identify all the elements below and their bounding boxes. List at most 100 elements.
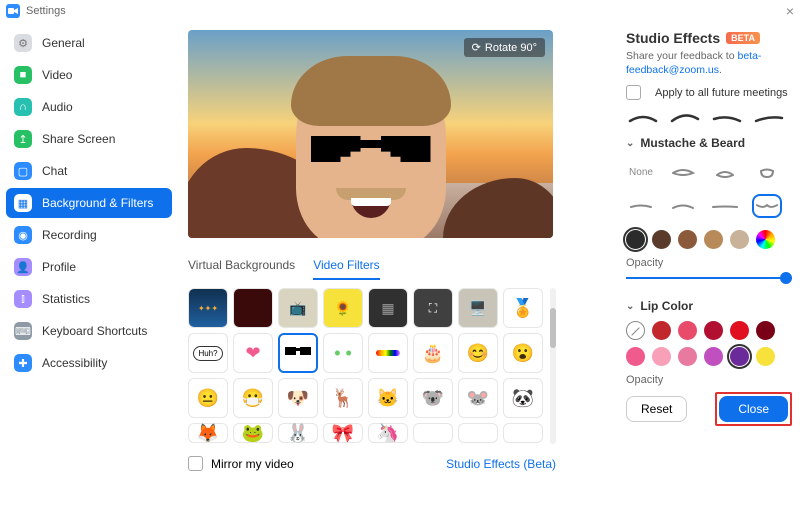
filter-item[interactable]: 🐼 [503,378,543,418]
color-swatch[interactable] [730,230,749,249]
nav-icon: ⚙ [14,34,32,52]
sidebar-item-keyboard-shortcuts[interactable]: ⌨Keyboard Shortcuts [6,316,172,346]
sidebar-item-audio[interactable]: ∩Audio [6,92,172,122]
filter-item[interactable]: 😊 [458,333,498,373]
lip-color-swatch[interactable] [652,347,671,366]
mustache-option[interactable] [668,194,698,218]
filter-item[interactable]: 🌻 [323,288,363,328]
rotate-button[interactable]: ⟳ Rotate 90° [464,38,545,57]
lip-color-swatch[interactable] [678,347,697,366]
nav-label: Video [42,68,72,82]
filter-item[interactable] [458,423,498,443]
opacity-label: Opacity [626,257,792,269]
studio-effects-link[interactable]: Studio Effects (Beta) [446,457,556,471]
filter-item[interactable]: ⛶ [413,288,453,328]
sidebar-item-general[interactable]: ⚙General [6,28,172,58]
sidebar-item-profile[interactable]: 👤Profile [6,252,172,282]
filter-item[interactable]: 🐶 [278,378,318,418]
lip-color-swatch[interactable] [626,347,645,366]
filter-item[interactable]: 🏅 [503,288,543,328]
filter-item[interactable] [233,288,273,328]
filter-item[interactable]: 🐭 [458,378,498,418]
eyebrow-option[interactable] [628,112,658,122]
chevron-down-icon[interactable]: ⌄ [626,138,634,149]
mustache-option[interactable] [668,160,698,184]
mustache-option[interactable] [710,160,740,184]
mustache-option[interactable] [710,194,740,218]
mustache-option[interactable] [626,194,656,218]
filter-item[interactable]: 🎂 [413,333,453,373]
filter-item[interactable]: 🦄 [368,423,408,443]
filter-item[interactable]: 🦌 [323,378,363,418]
filter-item[interactable]: 😷 [233,378,273,418]
filter-item[interactable]: 🐨 [413,378,453,418]
nav-label: Recording [42,228,97,242]
sidebar-item-background-filters[interactable]: ▦Background & Filters [6,188,172,218]
window-close-icon[interactable]: × [786,3,794,19]
sidebar-item-video[interactable]: ■ Video [6,60,172,90]
filter-item[interactable]: 🦊 [188,423,228,443]
mustache-none[interactable]: None [626,160,656,184]
sidebar-item-accessibility[interactable]: ✚Accessibility [6,348,172,378]
filter-item[interactable]: ✦✦✦ [188,288,228,328]
sidebar-item-statistics[interactable]: ⫾Statistics [6,284,172,314]
titlebar: Settings × [0,0,800,22]
lip-color-swatch[interactable] [756,321,775,340]
lip-color-swatch[interactable] [756,347,775,366]
lip-color-swatch[interactable] [704,347,723,366]
mustache-option[interactable] [752,160,782,184]
lip-section-label: Lip Color [640,299,693,313]
filter-item[interactable] [368,333,408,373]
filter-item[interactable]: 🐱 [368,378,408,418]
color-swatch[interactable] [626,230,645,249]
filter-item[interactable] [503,423,543,443]
eyebrow-option[interactable] [754,112,784,122]
studio-effects-panel: Studio Effects BETA Share your feedback … [620,22,800,507]
filter-item[interactable]: ▦ [368,288,408,328]
eyebrow-option[interactable] [712,112,742,122]
lip-color-swatch[interactable] [652,321,671,340]
tab-virtual-backgrounds[interactable]: Virtual Backgrounds [188,258,295,280]
mustache-option[interactable] [752,194,782,218]
lip-color-swatch[interactable] [678,321,697,340]
filters-scrollbar[interactable] [550,288,556,444]
filter-item[interactable]: 🐸 [233,423,273,443]
close-button[interactable]: Close [719,396,788,422]
filter-item[interactable] [413,423,453,443]
lip-color-none[interactable] [626,321,645,340]
apply-all-label: Apply to all future meetings [655,87,788,99]
mirror-video-checkbox[interactable] [188,456,203,471]
color-swatch[interactable] [678,230,697,249]
mustache-colors [626,230,792,249]
reset-button[interactable]: Reset [626,396,687,422]
filter-item[interactable]: 🎀 [323,423,363,443]
nav-icon: ■ [14,66,32,84]
filter-item[interactable]: 🖥️ [458,288,498,328]
filter-item-sunglasses[interactable] [278,333,318,373]
nav-label: Keyboard Shortcuts [42,324,147,338]
sidebar-item-recording[interactable]: ◉Recording [6,220,172,250]
sidebar-item-share-screen[interactable]: ↥Share Screen [6,124,172,154]
filter-item[interactable]: 🐰 [278,423,318,443]
chevron-down-icon[interactable]: ⌄ [626,301,634,312]
lip-color-swatch[interactable] [704,321,723,340]
lip-color-swatch[interactable] [730,321,749,340]
color-swatch[interactable] [652,230,671,249]
preview-face [296,58,446,238]
sidebar-item-chat[interactable]: ▢Chat [6,156,172,186]
lip-color-swatch[interactable] [730,347,749,366]
filter-item[interactable]: Huh? [188,333,228,373]
filter-item[interactable]: 😮 [503,333,543,373]
filter-item[interactable]: ❤ [233,333,273,373]
nav-label: Background & Filters [42,196,153,210]
filter-item[interactable]: 📺 [278,288,318,328]
filter-item[interactable]: 😐 [188,378,228,418]
close-highlight: Close [715,392,792,426]
mustache-opacity-slider[interactable] [626,271,792,285]
color-swatch[interactable] [704,230,723,249]
apply-all-checkbox[interactable] [626,85,641,100]
filter-item[interactable]: • • [323,333,363,373]
tab-video-filters[interactable]: Video Filters [313,258,379,280]
eyebrow-option[interactable] [670,112,700,122]
color-picker-icon[interactable] [756,230,775,249]
